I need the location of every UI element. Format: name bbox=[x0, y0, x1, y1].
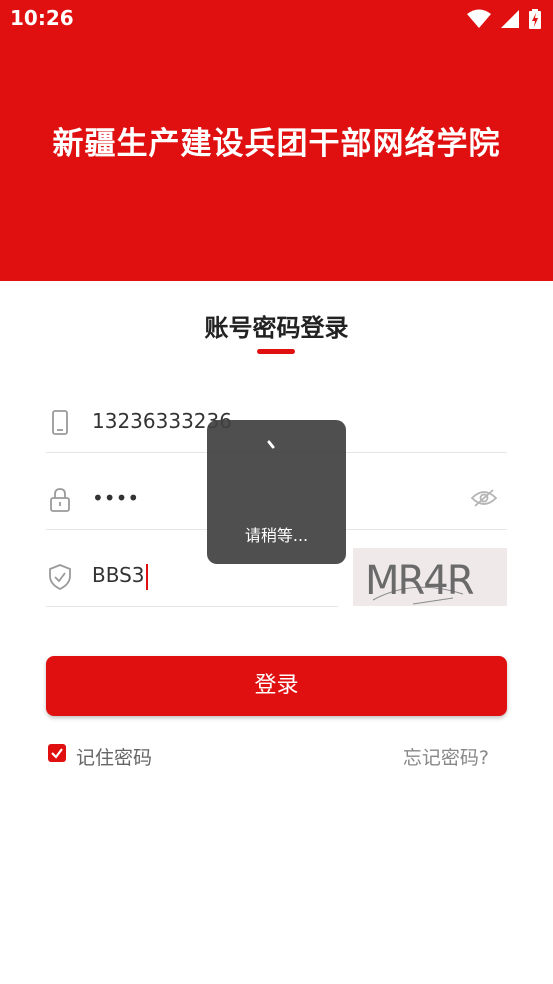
lock-icon bbox=[50, 488, 70, 512]
remember-label: 记住密码 bbox=[76, 747, 153, 769]
eye-off-icon[interactable] bbox=[471, 488, 497, 508]
app-title: 新疆生产建设兵团干部网络学院 bbox=[52, 126, 501, 162]
loading-text: 请稍等... bbox=[244, 526, 309, 545]
shield-check-icon bbox=[49, 564, 71, 590]
battery-charging-icon bbox=[529, 9, 541, 29]
remember-checkbox[interactable] bbox=[48, 744, 66, 762]
captcha-input[interactable]: BBS3 bbox=[92, 563, 148, 590]
captcha-image-text: MR4R bbox=[365, 558, 474, 604]
loading-spinner-icon bbox=[267, 440, 275, 449]
title-underline bbox=[257, 349, 295, 354]
wifi-icon bbox=[466, 9, 491, 28]
login-mode-title: 账号密码登录 bbox=[204, 314, 349, 342]
checkmark-icon bbox=[51, 748, 63, 759]
forgot-password-link[interactable]: 忘记密码? bbox=[403, 743, 489, 770]
status-icons bbox=[463, 9, 541, 29]
phone-icon bbox=[52, 410, 68, 435]
status-time: 10:26 bbox=[10, 6, 74, 30]
header-banner: 10:26 新疆生产建设兵团干部网络学院 bbox=[0, 0, 553, 281]
field-divider bbox=[46, 606, 338, 607]
captcha-image[interactable]: MR4R bbox=[353, 548, 507, 606]
password-input[interactable]: •••• bbox=[92, 486, 139, 510]
status-bar: 10:26 bbox=[0, 0, 553, 40]
text-cursor bbox=[145, 563, 148, 590]
cellular-signal-icon bbox=[500, 10, 519, 28]
loading-toast: 请稍等... bbox=[207, 420, 346, 564]
captcha-input-value: BBS3 bbox=[92, 563, 145, 587]
login-button[interactable]: 登录 bbox=[46, 656, 507, 716]
